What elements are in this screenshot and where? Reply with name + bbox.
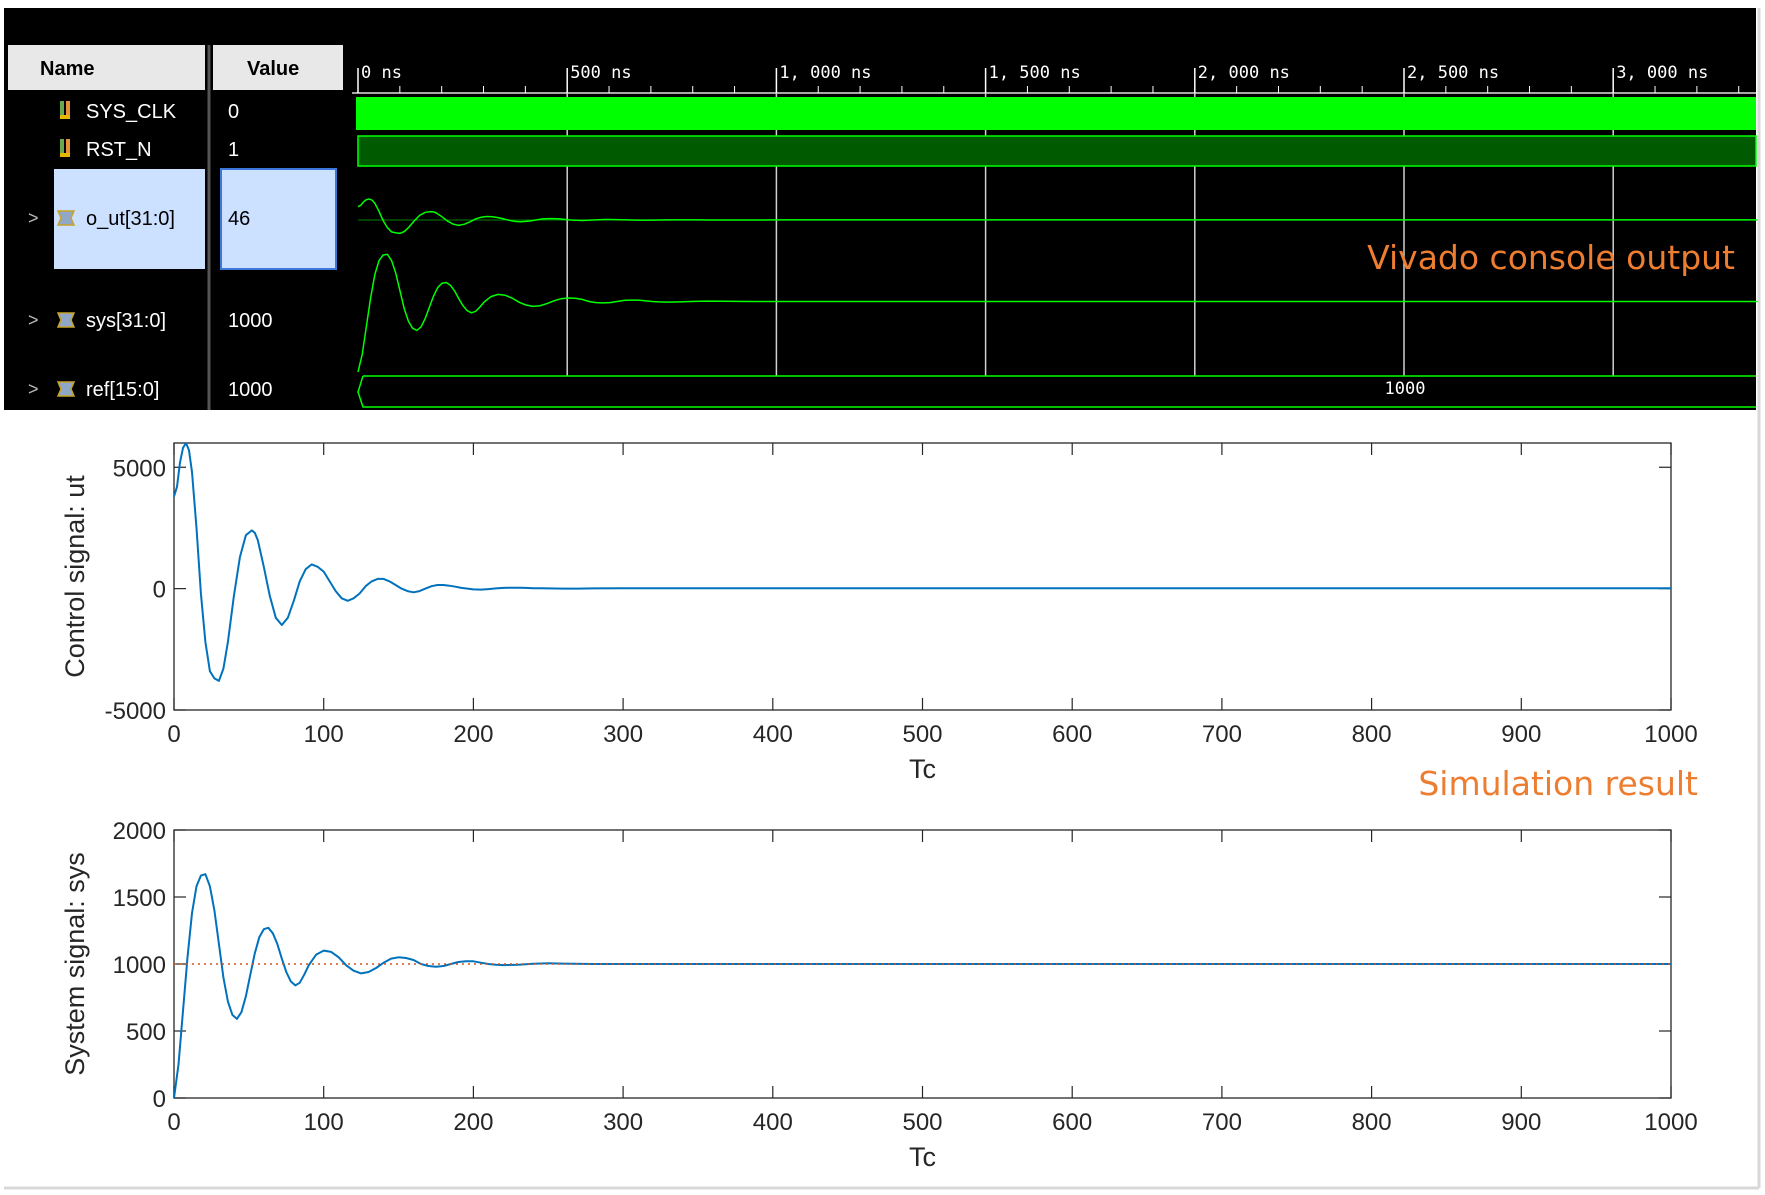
expand-chevron-icon[interactable]: >: [28, 379, 39, 399]
signal-value: 1: [228, 139, 239, 161]
time-tick-label: 3, 000 ns: [1616, 63, 1708, 83]
sys-clk-trace: [356, 97, 1756, 130]
y-tick-label: 0: [153, 1086, 166, 1113]
x-tick-label: 600: [1052, 1109, 1092, 1136]
x-tick-label: 100: [304, 1109, 344, 1136]
signal-name: RST_N: [86, 139, 152, 161]
time-tick-label: 500 ns: [570, 63, 631, 83]
y-tick-label: 500: [126, 1019, 166, 1046]
signal-name: sys[31:0]: [86, 310, 166, 332]
y-axis-label: System signal: sys: [60, 852, 90, 1076]
x-tick-label: 1000: [1644, 1109, 1697, 1136]
name-column-header: Name: [40, 58, 94, 80]
x-tick-label: 0: [167, 1109, 180, 1136]
x-tick-label: 1000: [1644, 721, 1697, 748]
time-tick-label: 1, 500 ns: [989, 63, 1081, 83]
time-tick-label: 0 ns: [361, 63, 402, 83]
x-tick-label: 300: [603, 1109, 643, 1136]
y-tick-label: 1000: [113, 952, 166, 979]
signal-value: 1000: [228, 379, 273, 401]
x-tick-label: 100: [304, 721, 344, 748]
y-tick-label: 2000: [113, 818, 166, 845]
signal-value: 0: [228, 101, 239, 123]
x-tick-label: 200: [453, 1109, 493, 1136]
x-tick-label: 400: [753, 1109, 793, 1136]
x-tick-label: 200: [453, 721, 493, 748]
vivado-annotation: Vivado console output: [1367, 238, 1735, 277]
y-axis-label: Control signal: ut: [60, 475, 90, 678]
signal-name: ref[15:0]: [86, 379, 159, 401]
x-axis-label: Tc: [909, 1142, 936, 1172]
bus-icon: [56, 210, 76, 226]
rst-n-trace: [357, 135, 1757, 167]
waveform-area: 0 ns 500 ns 1, 000 ns 1, 500 ns 2, 000 ns 2, …: [352, 8, 1758, 410]
signal-name: SYS_CLK: [86, 101, 177, 123]
figure-stage: Name Value SYS_CLK 0 RST_N 1 > o_ut[31:0] 46 > s…: [4, 8, 1761, 1190]
x-tick-label: 700: [1202, 721, 1242, 748]
x-tick-label: 700: [1202, 1109, 1242, 1136]
x-tick-label: 900: [1501, 721, 1541, 748]
y-tick-label: -5000: [105, 698, 166, 725]
name-header-cell[interactable]: [8, 45, 205, 90]
simulation-annotation: Simulation result: [1418, 764, 1698, 803]
ref-bus-value-label: 1000: [1385, 379, 1426, 399]
x-tick-label: 800: [1352, 721, 1392, 748]
x-tick-label: 300: [603, 721, 643, 748]
x-tick-label: 500: [902, 1109, 942, 1136]
signal-value: 1000: [228, 310, 273, 332]
x-tick-label: 400: [753, 721, 793, 748]
value-column-header: Value: [247, 58, 299, 80]
x-tick-label: 600: [1052, 721, 1092, 748]
signal-name: o_ut[31:0]: [86, 208, 175, 230]
x-tick-label: 0: [167, 721, 180, 748]
x-tick-label: 500: [902, 721, 942, 748]
system-signal-plot: 0 100 200 300 400 500 600 700 800 900 1000 0 500 1000…: [60, 818, 1698, 1172]
signal-value: 46: [228, 208, 250, 230]
time-tick-label: 2, 500 ns: [1407, 63, 1499, 83]
bus-icon: [56, 312, 76, 328]
x-tick-label: 800: [1352, 1109, 1392, 1136]
x-axis-label: Tc: [909, 754, 936, 784]
y-tick-label: 5000: [113, 455, 166, 482]
expand-chevron-icon[interactable]: >: [28, 310, 39, 330]
y-tick-label: 0: [153, 577, 166, 604]
x-tick-label: 900: [1501, 1109, 1541, 1136]
time-tick-label: 2, 000 ns: [1198, 63, 1290, 83]
plot-axes-box: [173, 442, 1672, 711]
y-tick-label: 1500: [113, 885, 166, 912]
expand-chevron-icon[interactable]: >: [28, 208, 39, 228]
control-signal-plot: 0 100 200 300 400 500 600 700 800 900 1000-5000050…: [60, 442, 1698, 784]
time-tick-label: 1, 000 ns: [779, 63, 871, 83]
bus-icon: [56, 381, 76, 397]
waveform-viewer: Name Value SYS_CLK 0 RST_N 1 > o_ut[31:0] 46 > s…: [4, 8, 1758, 410]
